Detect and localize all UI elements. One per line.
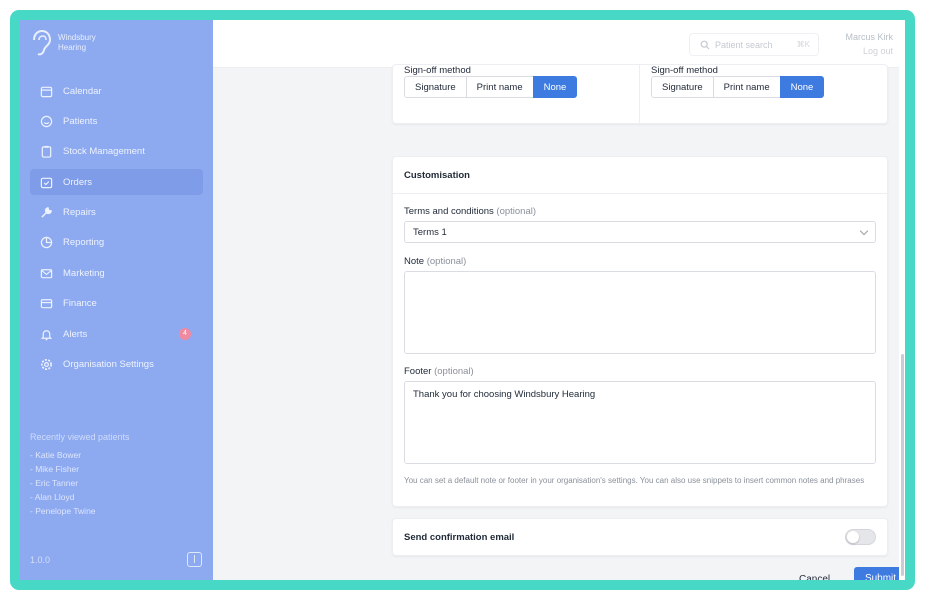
recent-patient-link[interactable]: - Penelope Twine — [30, 506, 130, 516]
sidebar-item-label: Orders — [63, 176, 93, 188]
terms-label-text: Terms and conditions — [404, 206, 494, 217]
ear-icon — [33, 30, 52, 56]
top-bar: Patient search ⌘K Marcus Kirk Log out — [213, 20, 905, 68]
main-content: Sign-off method Signature Print name Non… — [213, 64, 905, 581]
sidebar-item-stock-management[interactable]: Stock Management — [30, 139, 203, 165]
sidebar-nav: Calendar Patients Stock Management Order… — [30, 78, 203, 382]
sidebar: Windsbury Hearing Calendar Patients Stoc… — [20, 20, 213, 580]
sidebar-item-label: Calendar — [63, 85, 102, 97]
note-textarea[interactable] — [404, 271, 876, 354]
sidebar-item-organisation-settings[interactable]: Organisation Settings — [30, 352, 203, 378]
cancel-button[interactable]: Cancel — [799, 568, 830, 581]
search-shortcut: ⌘K — [796, 40, 810, 49]
alerts-count-badge: 4 — [179, 328, 191, 341]
recent-patient-link[interactable]: - Katie Bower — [30, 450, 130, 460]
sidebar-item-orders[interactable]: Orders — [30, 169, 203, 196]
submit-button[interactable]: Submit — [854, 567, 905, 580]
brand-line-2: Hearing — [58, 43, 87, 52]
sidebar-item-alerts[interactable]: Alerts 4 — [30, 321, 203, 347]
send-confirmation-email-label: Send confirmation email — [404, 532, 515, 543]
footer-textarea[interactable]: Thank you for choosing Windsbury Hearing — [404, 381, 876, 464]
app-window: Windsbury Hearing Calendar Patients Stoc… — [20, 20, 905, 580]
calendar-icon — [40, 86, 53, 97]
sidebar-item-label: Finance — [63, 298, 97, 310]
sidebar-item-repairs[interactable]: Repairs — [30, 200, 203, 226]
sidebar-item-calendar[interactable]: Calendar — [30, 78, 203, 104]
sidebar-item-label: Repairs — [63, 207, 96, 219]
footer-label: Footer (optional) — [404, 366, 474, 377]
sidebar-item-label: Reporting — [63, 237, 105, 249]
terms-selected-value: Terms 1 — [413, 226, 447, 238]
sidebar-item-label: Marketing — [63, 267, 105, 279]
smile-icon — [40, 115, 53, 128]
user-name: Marcus Kirk — [845, 32, 893, 42]
toggle-knob — [847, 531, 859, 543]
recent-patient-link[interactable]: - Mike Fisher — [30, 464, 130, 474]
signoff-card: Sign-off method Signature Print name Non… — [392, 64, 889, 125]
recent-title: Recently viewed patients — [30, 432, 130, 442]
sidebar-item-label: Alerts — [63, 328, 88, 340]
confirmation-email-card: Send confirmation email — [392, 518, 888, 556]
optional-hint: (optional) — [496, 206, 537, 217]
signoff-print-name-button[interactable]: Print name — [465, 76, 534, 98]
sidebar-item-label: Patients — [63, 115, 98, 127]
brand-name: Windsbury Hearing — [58, 33, 96, 53]
sidebar-item-label: Organisation Settings — [63, 359, 154, 371]
recent-patient-link[interactable]: - Eric Tanner — [30, 478, 130, 488]
optional-hint: (optional) — [434, 366, 474, 377]
note-label: Note (optional) — [404, 256, 466, 267]
signoff-method-toggle: Signature Print name None — [404, 76, 578, 98]
scrollbar-thumb[interactable] — [901, 354, 904, 576]
footer-label-text: Footer — [404, 366, 432, 377]
sidebar-item-label: Stock Management — [63, 146, 145, 158]
signoff-method-toggle: Signature Print name None — [651, 76, 825, 98]
signoff-method-label: Sign-off method — [404, 65, 471, 76]
pie-chart-icon — [40, 237, 53, 249]
sidebar-item-reporting[interactable]: Reporting — [30, 230, 203, 256]
mail-icon — [40, 269, 53, 279]
note-label-text: Note — [404, 256, 425, 267]
terms-label: Terms and conditions (optional) — [404, 206, 536, 217]
wrench-icon — [41, 207, 53, 218]
terms-select[interactable]: Terms 1 — [404, 221, 876, 243]
chevron-down-icon — [859, 226, 869, 236]
customisation-card: Customisation Terms and conditions (opti… — [392, 156, 888, 507]
customisation-title: Customisation — [393, 157, 887, 194]
brand-logo[interactable]: Windsbury Hearing — [30, 30, 96, 56]
brand-line-1: Windsbury — [58, 33, 96, 42]
signoff-none-button[interactable]: None — [532, 76, 578, 98]
clipboard-icon — [41, 146, 52, 158]
recent-patient-link[interactable]: - Alan Lloyd — [30, 492, 130, 502]
signoff-print-name-button[interactable]: Print name — [712, 76, 781, 98]
signoff-signature-button[interactable]: Signature — [404, 76, 467, 98]
search-placeholder: Patient search — [715, 39, 773, 50]
bell-icon — [40, 329, 53, 340]
collapse-sidebar-icon[interactable] — [187, 552, 202, 567]
send-confirmation-email-toggle[interactable] — [845, 529, 876, 545]
search-icon — [700, 40, 710, 49]
sidebar-item-marketing[interactable]: Marketing — [30, 260, 203, 286]
app-version: 1.0.0 — [30, 555, 51, 565]
signoff-column-right: Sign-off method Signature Print name Non… — [640, 65, 889, 125]
signoff-method-label: Sign-off method — [651, 65, 718, 76]
help-text: You can set a default note or footer in … — [404, 476, 865, 485]
gear-icon — [41, 359, 52, 370]
patient-search-input[interactable]: Patient search ⌘K — [689, 33, 819, 56]
logout-link[interactable]: Log out — [863, 46, 893, 56]
orders-icon — [40, 177, 53, 188]
optional-hint: (optional) — [426, 256, 467, 267]
credit-card-icon — [40, 299, 53, 309]
recently-viewed-patients: Recently viewed patients - Katie Bower -… — [30, 432, 130, 520]
signoff-column-left: Sign-off method Signature Print name Non… — [393, 65, 640, 125]
signoff-signature-button[interactable]: Signature — [651, 76, 714, 98]
signoff-none-button[interactable]: None — [779, 76, 825, 98]
sidebar-item-finance[interactable]: Finance — [30, 291, 203, 317]
sidebar-item-patients[interactable]: Patients — [30, 108, 203, 134]
